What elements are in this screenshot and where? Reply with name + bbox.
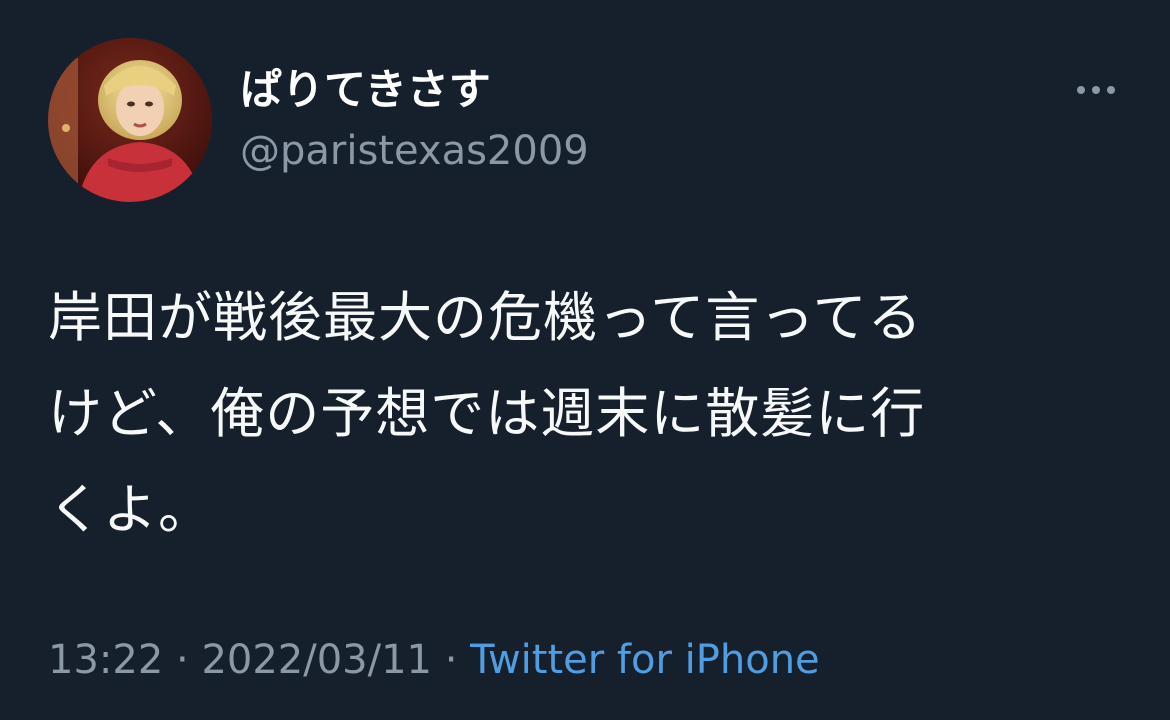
tweet-text: 岸田が戦後最大の危機って言ってる けど、俺の予想では週末に散髪に行 くよ。: [48, 270, 1128, 558]
tweet-source-link[interactable]: Twitter for iPhone: [470, 637, 820, 683]
avatar[interactable]: [48, 38, 212, 202]
meta-separator: ·: [444, 637, 458, 683]
avatar-photo-icon: [48, 38, 212, 202]
tweet-meta: 13:22 · 2022/03/11 · Twitter for iPhone: [48, 632, 820, 688]
meta-separator: ·: [176, 637, 189, 683]
tweet-date: 2022/03/11: [201, 637, 432, 683]
tweet-text-line: くよ。: [48, 478, 213, 541]
tweet-time: 13:22: [48, 637, 164, 683]
tweet-card: ぱりてきさす @paristexas2009 岸田が戦後最大の危機って言ってる …: [0, 0, 1170, 720]
display-name[interactable]: ぱりてきさす: [240, 62, 491, 118]
user-handle[interactable]: @paristexas2009: [240, 124, 589, 178]
tweet-text-line: けど、俺の予想では週末に散髪に行: [48, 382, 926, 445]
more-horizontal-icon: [1077, 86, 1115, 94]
tweet-text-line: 岸田が戦後最大の危機って言ってる: [48, 286, 923, 349]
more-options-button[interactable]: [1066, 72, 1126, 108]
